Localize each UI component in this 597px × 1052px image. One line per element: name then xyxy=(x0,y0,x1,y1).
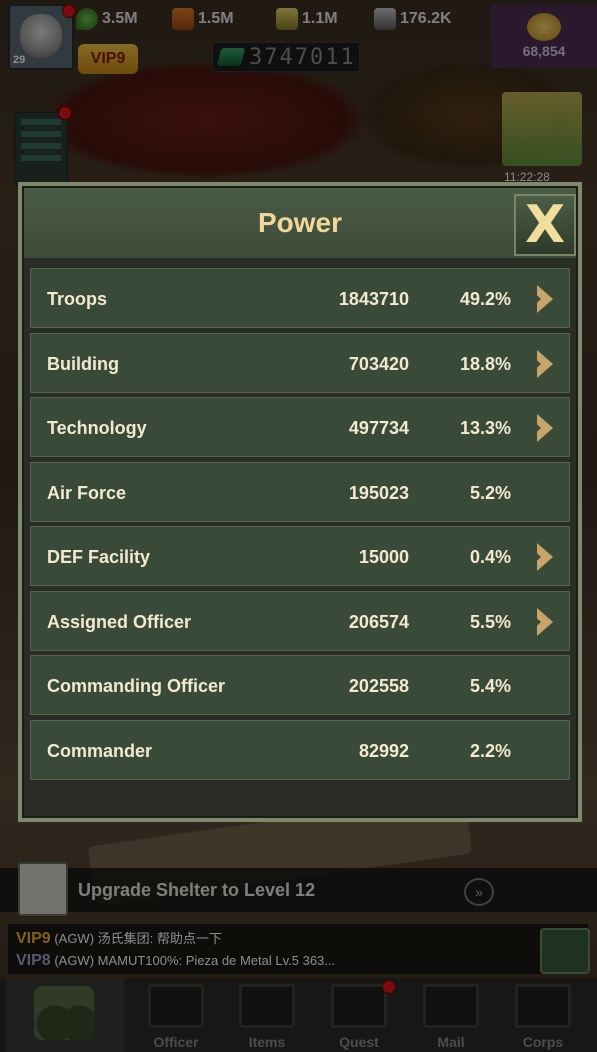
power-row-def-facility[interactable]: DEF Facility 15000 0.4% xyxy=(30,526,570,586)
row-percent: 5.4% xyxy=(469,676,511,696)
close-button[interactable]: X xyxy=(514,194,576,256)
row-name: Commander xyxy=(47,740,153,761)
modal-header: Power X xyxy=(24,188,576,258)
row-value: 703420 xyxy=(348,353,409,374)
row-name: DEF Facility xyxy=(47,547,151,567)
row-name: Commanding Officer xyxy=(47,676,226,696)
chevron-right-icon[interactable] xyxy=(531,414,553,442)
power-row-air-force: Air Force 195023 5.2% xyxy=(30,461,570,522)
chevron-right-icon[interactable] xyxy=(531,349,553,378)
row-value: 202558 xyxy=(348,676,409,696)
row-value: 497734 xyxy=(348,418,409,438)
row-name: Technology xyxy=(47,418,147,438)
close-icon: X xyxy=(524,195,566,255)
modal-title: Power xyxy=(257,207,343,238)
chevron-right-icon[interactable] xyxy=(531,607,553,636)
row-name: Air Force xyxy=(47,482,127,503)
row-name: Troops xyxy=(47,289,108,309)
power-row-technology[interactable]: Technology 497734 13.3% xyxy=(30,397,570,457)
row-percent: 5.2% xyxy=(469,482,511,503)
row-percent: 5.5% xyxy=(469,611,511,632)
row-percent: 2.2% xyxy=(469,740,511,761)
row-value: 206574 xyxy=(348,611,409,632)
row-value: 15000 xyxy=(358,547,409,567)
row-name: Assigned Officer xyxy=(47,611,192,632)
power-breakdown-list: Troops 1843710 49.2% Building 703420 18.8% Tec… xyxy=(30,268,570,784)
row-percent: 18.8% xyxy=(459,353,511,374)
row-name: Building xyxy=(47,353,119,374)
row-percent: 0.4% xyxy=(469,547,511,567)
power-row-assigned-officer[interactable]: Assigned Officer 206574 5.5% xyxy=(30,590,570,651)
row-value: 82992 xyxy=(358,740,409,761)
power-row-building[interactable]: Building 703420 18.8% xyxy=(30,332,570,393)
power-modal: Power X Troops 1843710 49.2% Building 703420… xyxy=(18,182,582,822)
power-row-troops[interactable]: Troops 1843710 49.2% xyxy=(30,268,570,328)
row-value: 1843710 xyxy=(338,289,409,309)
power-row-commanding-officer: Commanding Officer 202558 5.4% xyxy=(30,655,570,715)
row-percent: 13.3% xyxy=(459,418,511,438)
chevron-right-icon[interactable] xyxy=(531,543,553,571)
power-row-commander: Commander 82992 2.2% xyxy=(30,719,570,780)
chevron-right-icon[interactable] xyxy=(531,285,553,313)
row-value: 195023 xyxy=(348,482,409,503)
row-percent: 49.2% xyxy=(459,289,511,309)
